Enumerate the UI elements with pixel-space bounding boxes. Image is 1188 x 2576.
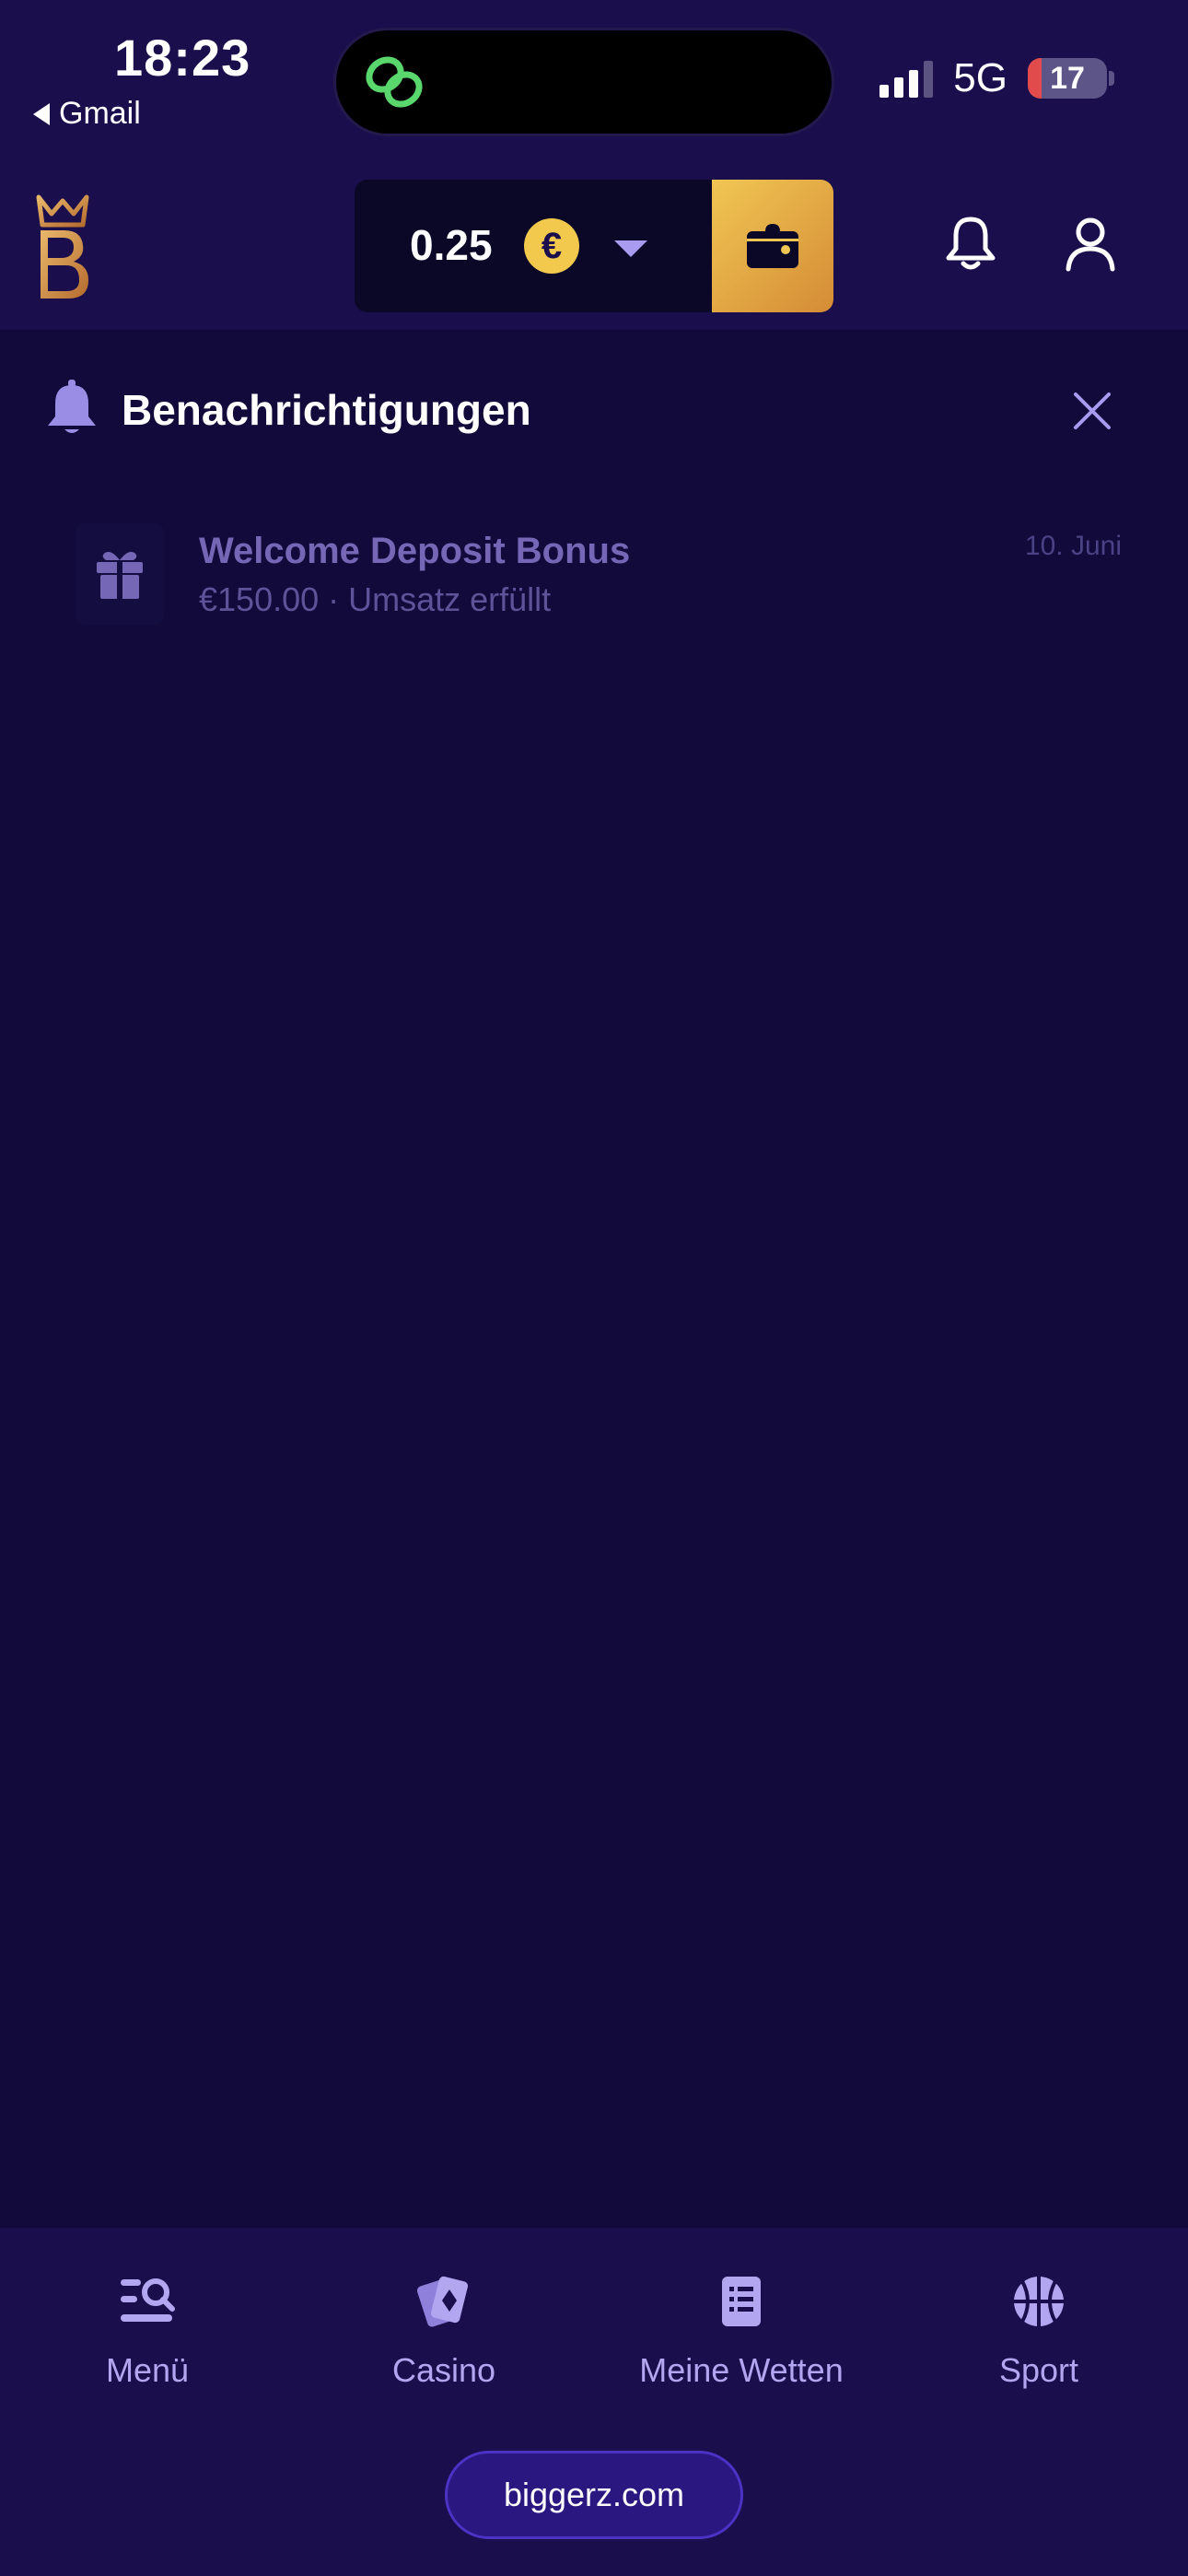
- crown-b-logo-icon: [36, 194, 89, 299]
- back-app-label: Gmail: [59, 96, 141, 131]
- nav-menu[interactable]: Menü: [9, 2265, 285, 2390]
- bet-slip-icon: [603, 2265, 879, 2338]
- chevron-down-icon[interactable]: [614, 240, 647, 257]
- bottom-navigation: Menü Casino Meine Wetten Sport biggerz.c…: [0, 2228, 1188, 2576]
- close-icon: [1074, 392, 1111, 429]
- cards-icon: [306, 2265, 582, 2338]
- status-time: 18:23: [114, 29, 251, 87]
- wallet-icon: [747, 224, 798, 268]
- back-to-app-link[interactable]: Gmail: [33, 96, 141, 132]
- app-header: 0.25 €: [0, 175, 1188, 330]
- gift-icon: [76, 523, 164, 625]
- profile-button[interactable]: [1063, 214, 1118, 277]
- wallet-button[interactable]: [712, 180, 833, 312]
- notification-item[interactable]: Welcome Deposit Bonus €150.00 · Umsatz e…: [76, 516, 1125, 645]
- battery-icon: 17: [1028, 58, 1107, 99]
- notification-subtitle: €150.00 · Umsatz erfüllt: [199, 580, 552, 618]
- nav-my-bets-label: Meine Wetten: [639, 2351, 844, 2389]
- nav-casino[interactable]: Casino: [306, 2265, 582, 2390]
- dynamic-island: [333, 28, 834, 136]
- nav-menu-label: Menü: [105, 2351, 190, 2389]
- notifications-header: Benachrichtigungen: [0, 330, 1188, 496]
- battery-level: 17: [1050, 60, 1085, 96]
- nav-sport[interactable]: Sport: [901, 2265, 1177, 2390]
- network-type: 5G: [953, 55, 1007, 100]
- site-url-pill[interactable]: biggerz.com: [445, 2451, 743, 2539]
- user-icon: [1066, 217, 1115, 272]
- nav-my-bets[interactable]: Meine Wetten: [603, 2265, 879, 2390]
- link-rings-icon: [366, 56, 423, 108]
- bell-filled-icon: [44, 380, 99, 441]
- nav-casino-label: Casino: [391, 2351, 496, 2389]
- notifications-title: Benachrichtigungen: [122, 386, 531, 434]
- back-arrow-icon: [33, 102, 50, 125]
- close-button[interactable]: [1072, 391, 1112, 436]
- euro-coin-icon: €: [524, 218, 579, 274]
- cellular-signal-icon: [879, 59, 934, 98]
- notification-title: Welcome Deposit Bonus: [199, 531, 631, 571]
- status-bar: 18:23 Gmail 5G 17: [0, 0, 1188, 175]
- notifications-bell-button[interactable]: [943, 214, 998, 277]
- notification-date: 10. Juni: [1024, 531, 1122, 561]
- balance-selector[interactable]: 0.25 €: [355, 180, 833, 312]
- balance-amount: 0.25: [410, 221, 493, 269]
- status-indicators: 5G 17: [879, 55, 1114, 101]
- menu-search-icon: [9, 2265, 285, 2338]
- brand-logo[interactable]: [33, 193, 92, 307]
- nav-sport-label: Sport: [998, 2351, 1079, 2389]
- bell-icon: [946, 217, 996, 270]
- basketball-icon: [901, 2265, 1177, 2338]
